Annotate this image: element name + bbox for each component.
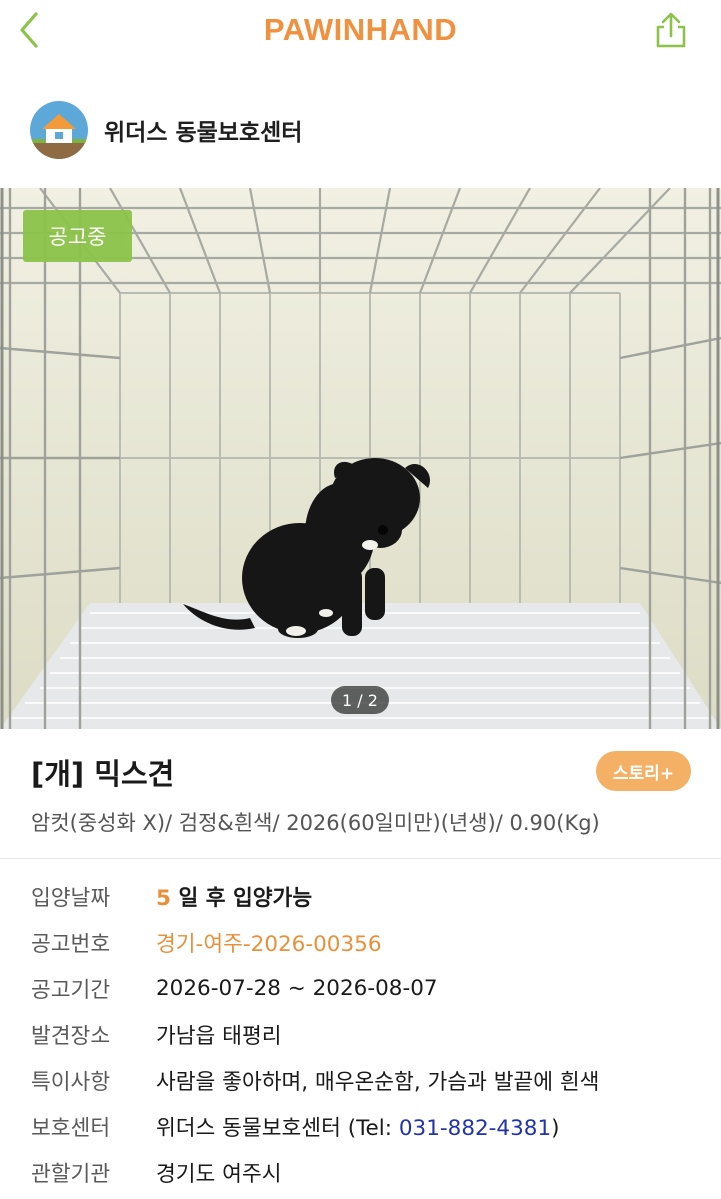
detail-row-notice-period: 공고기간 2026-07-28 ~ 2026-08-07 [31,965,721,1011]
detail-list: 입양날짜 5 일 후 입양가능 공고번호 경기-여주-2026-00356 공고… [31,873,721,1195]
adoption-date-value: 5 일 후 입양가능 [156,881,312,912]
authority-value: 경기도 여주시 [156,1161,282,1187]
shelter-avatar [30,101,88,159]
detail-row-found-place: 발견장소 가남읍 태평리 [31,1011,721,1057]
story-button[interactable]: 스토리+ [596,751,691,791]
detail-row-features: 특이사항 사람을 좋아하며, 매우온순함, 가슴과 발끝에 흰색 [31,1057,721,1103]
top-bar: PAWINHAND [0,0,721,62]
shelter-suffix: ) [551,1115,560,1141]
features-label: 특이사항 [31,1069,111,1095]
notice-period-value: 2026-07-28 ~ 2026-08-07 [156,975,438,1001]
animal-title: [개] 믹스견 [31,757,175,791]
shelter-header[interactable]: 위더스 동물보호센터 [30,100,302,160]
animal-summary: 암컷(중성화 X)/ 검정&흰색/ 2026(60일미만)(년생)/ 0.90(… [31,811,600,835]
found-place-label: 발견장소 [31,1023,111,1049]
notice-period-label: 공고기간 [31,977,111,1003]
detail-row-shelter: 보호센터 위더스 동물보호센터 (Tel: 031-882-4381) [31,1103,721,1149]
adoption-suffix: 일 후 입양가능 [170,885,313,911]
detail-row-notice-number: 공고번호 경기-여주-2026-00356 [31,919,721,965]
detail-row-authority: 관할기관 경기도 여주시 [31,1149,721,1195]
found-place-value: 가남읍 태평리 [156,1023,282,1049]
adoption-days: 5 [156,885,171,911]
share-button[interactable] [651,10,691,50]
adoption-date-label: 입양날짜 [31,885,111,911]
house-icon [30,101,88,159]
shelter-prefix: 위더스 동물보호센터 (Tel: [156,1115,399,1141]
animal-photo[interactable] [0,188,721,729]
divider [0,858,721,859]
authority-label: 관할기관 [31,1161,111,1187]
shelter-value: 위더스 동물보호센터 (Tel: 031-882-4381) [156,1111,560,1142]
features-value: 사람을 좋아하며, 매우온순함, 가슴과 발끝에 흰색 [156,1069,600,1095]
notice-number-label: 공고번호 [31,931,111,957]
app-logo: PAWINHAND [263,12,458,47]
shelter-name: 위더스 동물보호센터 [104,120,303,146]
status-badge: 공고중 [23,210,132,262]
shelter-label: 보호센터 [31,1115,111,1141]
photo-pager: 1 / 2 [331,686,389,714]
detail-row-adoption-date: 입양날짜 5 일 후 입양가능 [31,873,721,919]
notice-number-value[interactable]: 경기-여주-2026-00356 [156,927,382,958]
shelter-phone-link[interactable]: 031-882-4381 [399,1116,551,1141]
share-icon [656,12,686,48]
